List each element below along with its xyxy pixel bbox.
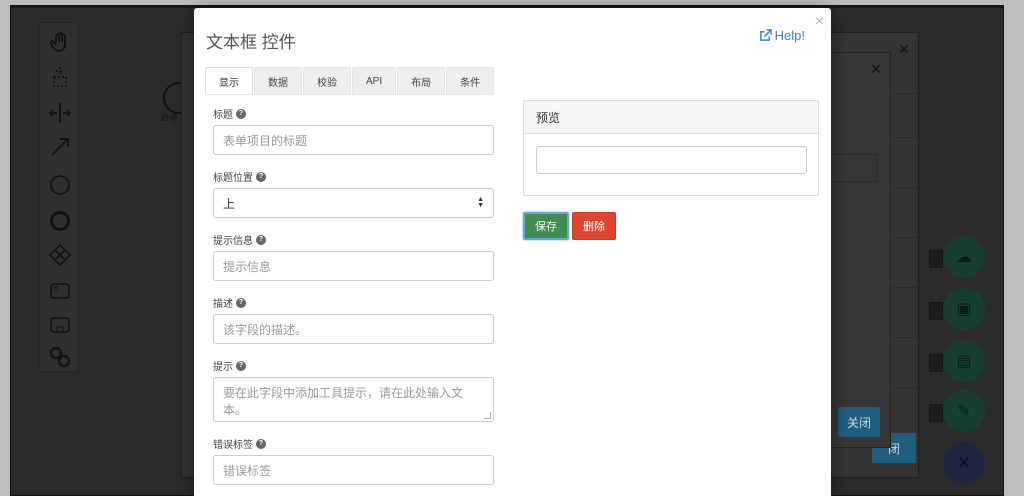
divider bbox=[892, 387, 942, 388]
hint-placeholder: 要在此字段中添加工具提示，请在此处输入文本。 bbox=[223, 386, 464, 417]
help-link[interactable]: Help! bbox=[759, 28, 805, 43]
tab-bar: 显示 数据 校验 API 布局 条件 bbox=[205, 67, 495, 95]
select-arrows-icon: ▲ ▼ bbox=[477, 196, 484, 209]
chip bbox=[929, 250, 943, 268]
divider bbox=[892, 137, 942, 138]
question-icon[interactable]: ? bbox=[236, 360, 246, 371]
floppy-icon: ▣ bbox=[956, 301, 972, 318]
lasso-icon bbox=[53, 67, 67, 87]
question-icon[interactable]: ? bbox=[236, 297, 246, 308]
space-tool[interactable] bbox=[44, 99, 76, 127]
close-fab-button[interactable]: ✕ bbox=[943, 442, 985, 484]
upload-button[interactable]: ☁ bbox=[943, 236, 985, 278]
tab-display[interactable]: 显示 bbox=[205, 67, 253, 95]
resize-handle-icon[interactable] bbox=[484, 412, 491, 419]
tooltip-label-text: 提示信息 bbox=[213, 236, 253, 247]
title-position-label-text: 标题位置 bbox=[213, 173, 253, 184]
title-position-value: 上 bbox=[223, 196, 236, 211]
divider bbox=[892, 187, 942, 188]
cloud-upload-icon: ☁ bbox=[956, 249, 972, 266]
close-icon[interactable]: × bbox=[815, 14, 824, 30]
background-input bbox=[829, 154, 877, 182]
connect-tool[interactable] bbox=[44, 133, 76, 161]
task-icon bbox=[50, 283, 70, 299]
edit-icon: ✎ bbox=[957, 403, 971, 420]
preview-heading: 预览 bbox=[524, 101, 818, 134]
question-icon[interactable]: ? bbox=[256, 438, 266, 449]
link-tool[interactable] bbox=[44, 343, 76, 371]
description-label: 描述 ? bbox=[213, 295, 246, 310]
tooltip-input[interactable]: 提示信息 bbox=[213, 251, 494, 281]
close-icon[interactable]: ✕ bbox=[870, 61, 882, 78]
question-icon[interactable]: ? bbox=[256, 171, 266, 182]
tab-validation[interactable]: 校验 bbox=[303, 67, 351, 95]
subprocess-icon bbox=[50, 317, 70, 333]
divider bbox=[892, 93, 942, 94]
tool-palette bbox=[39, 22, 79, 372]
description-label-text: 描述 bbox=[213, 299, 233, 310]
start-event-tool[interactable] bbox=[44, 171, 76, 199]
tab-conditional[interactable]: 条件 bbox=[446, 67, 495, 95]
save-diagram-button[interactable]: ▣ bbox=[943, 288, 985, 330]
save-button[interactable]: 保存 bbox=[523, 212, 569, 240]
tooltip-label: 提示信息 ? bbox=[213, 232, 266, 247]
close-icon: ✕ bbox=[957, 455, 971, 472]
question-icon[interactable]: ? bbox=[256, 234, 266, 245]
textbox-component-modal: × 文本框 控件 Help! 显示 数据 校验 API 布局 条件 标题 ? 表… bbox=[194, 8, 831, 496]
divider bbox=[892, 287, 942, 288]
close-icon[interactable]: ✕ bbox=[898, 41, 910, 58]
hand-icon bbox=[50, 32, 66, 52]
external-link-icon bbox=[759, 29, 772, 41]
title-input[interactable]: 表单项目的标题 bbox=[213, 125, 494, 155]
link-icon bbox=[49, 346, 71, 368]
subprocess-tool[interactable] bbox=[44, 311, 76, 339]
edit-button[interactable]: ✎ bbox=[943, 390, 985, 432]
chip bbox=[929, 404, 943, 422]
error-label-label: 错误标签 ? bbox=[213, 436, 266, 451]
space-icon bbox=[48, 103, 72, 123]
bold-circle-icon bbox=[49, 210, 71, 232]
gateway-tool[interactable] bbox=[44, 241, 76, 269]
divider bbox=[892, 337, 942, 338]
diamond-icon bbox=[48, 243, 72, 267]
help-label: Help! bbox=[774, 28, 805, 43]
chip bbox=[929, 354, 943, 372]
title-position-select[interactable]: 上 ▲ ▼ bbox=[213, 188, 494, 218]
hand-tool[interactable] bbox=[44, 29, 76, 57]
title-position-label: 标题位置 ? bbox=[213, 169, 266, 184]
description-input[interactable]: 该字段的描述。 bbox=[213, 314, 494, 344]
divider bbox=[892, 237, 942, 238]
preview-input[interactable] bbox=[536, 146, 807, 174]
title-label-text: 标题 bbox=[213, 110, 233, 121]
chip bbox=[929, 302, 943, 320]
hint-label-text: 提示 bbox=[213, 362, 233, 373]
tab-data[interactable]: 数据 bbox=[254, 67, 302, 95]
arrow-icon bbox=[51, 138, 69, 156]
title-label: 标题 ? bbox=[213, 106, 246, 121]
close-button[interactable]: 关闭 bbox=[838, 407, 880, 437]
tab-api[interactable]: API bbox=[352, 67, 397, 95]
error-label-input[interactable]: 错误标签 bbox=[213, 455, 494, 485]
question-icon[interactable]: ? bbox=[236, 108, 246, 119]
preview-panel: 预览 bbox=[523, 100, 819, 196]
tab-divider bbox=[205, 94, 481, 95]
end-event-tool[interactable] bbox=[44, 207, 76, 235]
task-tool[interactable] bbox=[44, 277, 76, 305]
lasso-tool[interactable] bbox=[44, 63, 76, 91]
modal-title: 文本框 控件 bbox=[206, 33, 296, 52]
clipboard-button[interactable]: ▤ bbox=[943, 340, 985, 382]
start-event-label: 启动 bbox=[161, 113, 177, 122]
clipboard-icon: ▤ bbox=[956, 353, 972, 370]
tab-layout[interactable]: 布局 bbox=[397, 67, 446, 95]
hint-textarea[interactable]: 要在此字段中添加工具提示，请在此处输入文本。 bbox=[213, 377, 494, 422]
circle-icon bbox=[50, 175, 70, 195]
error-label-label-text: 错误标签 bbox=[213, 440, 253, 451]
delete-button[interactable]: 删除 bbox=[572, 212, 616, 240]
hint-label: 提示 ? bbox=[213, 358, 246, 373]
